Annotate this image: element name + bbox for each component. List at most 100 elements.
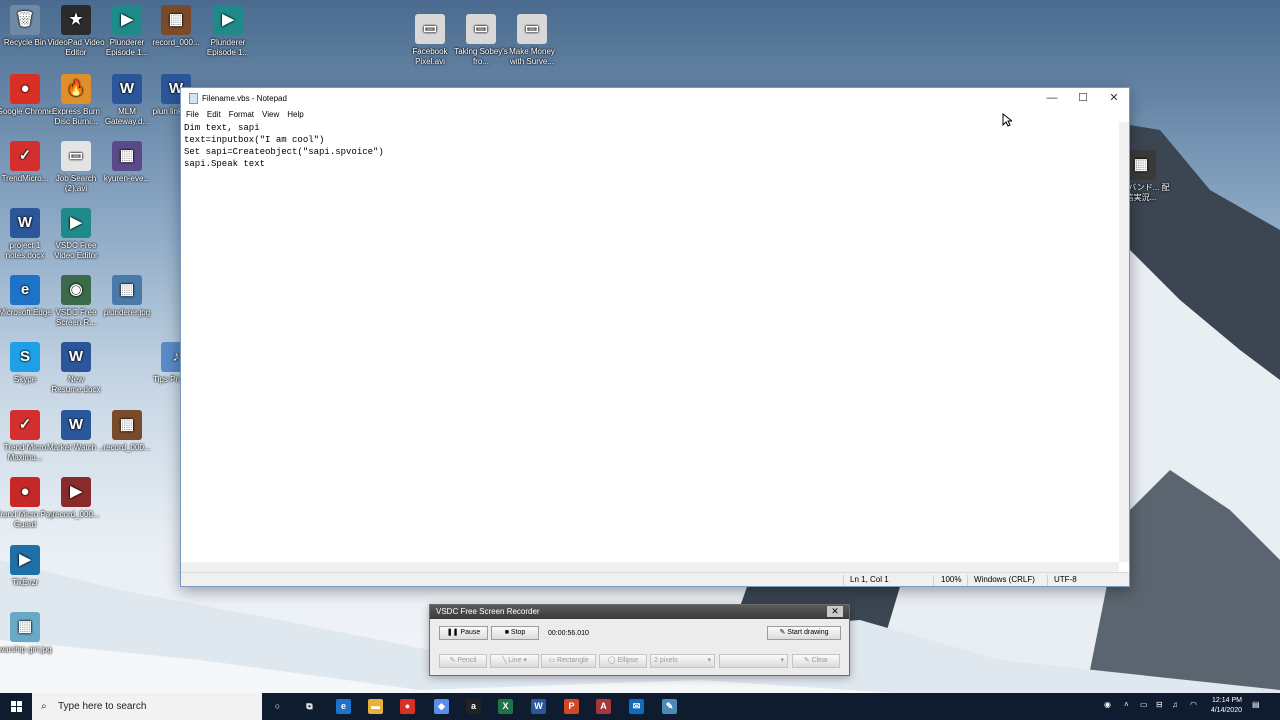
desktop-icon-image: ▭ bbox=[61, 141, 91, 171]
ellipse-icon: ◯ bbox=[607, 657, 618, 664]
excel-icon[interactable]: X bbox=[498, 699, 513, 714]
code-line: Set sapi=Createobject("sapi.spvoice") bbox=[184, 147, 384, 157]
color-select[interactable]: ▾ bbox=[719, 654, 788, 668]
task-view-icon[interactable]: ⧉ bbox=[302, 699, 317, 714]
thickness-select[interactable]: 2 pixels ▾ bbox=[650, 654, 715, 668]
desktop-icon[interactable]: ▶ TikEvzr bbox=[0, 545, 55, 588]
security-tray-icon[interactable]: ◉ bbox=[1104, 700, 1111, 709]
menu-bar: File Edit Format View Help bbox=[181, 108, 1129, 120]
zoom-level: 100% bbox=[941, 575, 962, 584]
notification-icon[interactable]: ▤ bbox=[1252, 700, 1260, 709]
desktop-icon-image: ▭ bbox=[517, 14, 547, 44]
desktop-icon-image: ▦ bbox=[10, 612, 40, 642]
desktop-icon[interactable]: ▦ record_000... bbox=[146, 5, 206, 48]
menu-format[interactable]: Format bbox=[229, 110, 254, 119]
pause-label: Pause bbox=[460, 629, 481, 636]
menu-file[interactable]: File bbox=[186, 110, 199, 119]
menu-help[interactable]: Help bbox=[287, 110, 303, 119]
stop-button[interactable]: ■ Stop bbox=[491, 626, 539, 640]
dropbox-icon[interactable]: ◆ bbox=[434, 699, 449, 714]
status-bar: Ln 1, Col 1 100% Windows (CRLF) UTF-8 bbox=[181, 572, 1129, 586]
pencil-tool-button[interactable]: ✎ Pencil bbox=[439, 654, 487, 668]
desktop-icon[interactable]: ▶ record_000... bbox=[46, 477, 106, 520]
desktop-icon-image: ✓ bbox=[10, 410, 40, 440]
desktop-icon[interactable]: W New Resume.docx bbox=[46, 342, 106, 395]
desktop-icon-label: plunderer.jpg bbox=[103, 308, 151, 317]
screen-recorder-window[interactable]: VSDC Free Screen Recorder ✕ ❚❚ Pause ■ S… bbox=[429, 604, 850, 676]
powerpoint-icon[interactable]: P bbox=[564, 699, 579, 714]
edge-icon[interactable]: e bbox=[336, 699, 351, 714]
notepad-icon[interactable]: ✎ bbox=[662, 699, 677, 714]
word-icon[interactable]: W bbox=[531, 699, 546, 714]
desktop-icon[interactable]: ▦ plunderer.jpg bbox=[97, 275, 157, 318]
amazon-icon[interactable]: a bbox=[466, 699, 481, 714]
status-separator bbox=[1047, 575, 1048, 586]
wifi-icon[interactable]: ◠ bbox=[1190, 700, 1197, 709]
notepad-icon bbox=[189, 92, 198, 104]
line-label: Line bbox=[508, 657, 522, 664]
desktop-icon-label: VSDC Free Video Editor bbox=[54, 241, 98, 260]
desktop-icon[interactable]: ▶ Plunderer Episode 1... bbox=[198, 5, 258, 58]
close-button[interactable]: ✕ bbox=[1099, 88, 1129, 108]
chevron-up-icon[interactable]: ˄ bbox=[1124, 700, 1129, 709]
windows-logo-icon bbox=[11, 701, 22, 712]
recorder-title-bar[interactable]: VSDC Free Screen Recorder ✕ bbox=[430, 605, 849, 619]
rectangle-icon: ▭ bbox=[548, 657, 558, 664]
menu-edit[interactable]: Edit bbox=[207, 110, 221, 119]
desktop-icon[interactable]: ▦ kyuren-eve... bbox=[97, 141, 157, 184]
eraser-icon: ✎ bbox=[803, 657, 812, 664]
code-line: Dim text, sapi bbox=[184, 123, 260, 133]
start-drawing-button[interactable]: ✎ Start drawing bbox=[767, 626, 841, 640]
desktop-icon-label: kyuren-eve... bbox=[103, 174, 151, 183]
desktop-icon[interactable]: ▦ warship girl.jpg bbox=[0, 612, 55, 655]
desktop-icon-label: Make Money with Surve... bbox=[509, 47, 555, 66]
desktop-icon[interactable]: ▦ record_000... bbox=[97, 410, 157, 453]
desktop-icon-image: ▦ bbox=[1126, 150, 1156, 180]
dropdown-arrow-icon: ▾ bbox=[780, 657, 784, 664]
desktop-icon[interactable]: ▭ Make Money with Surve... bbox=[502, 14, 562, 67]
mail-icon[interactable]: ✉ bbox=[629, 699, 644, 714]
mouse-cursor-icon bbox=[1002, 113, 1012, 127]
desktop-icon[interactable]: ▶ VSDC Free Video Editor bbox=[46, 208, 106, 261]
recorder-title: VSDC Free Screen Recorder bbox=[436, 607, 540, 616]
recorder-close-button[interactable]: ✕ bbox=[827, 606, 843, 617]
start-button[interactable] bbox=[0, 693, 32, 720]
rectangle-tool-button[interactable]: ▭ Rectangle bbox=[541, 654, 596, 668]
desktop-icon-image: 🔥 bbox=[61, 74, 91, 104]
notepad-window[interactable]: Filename.vbs - Notepad — ☐ ✕ File Edit F… bbox=[180, 87, 1130, 587]
network-icon[interactable]: ⊟ bbox=[1156, 700, 1163, 709]
desktop-icon-image: ◉ bbox=[61, 275, 91, 305]
menu-view[interactable]: View bbox=[262, 110, 279, 119]
line-tool-button[interactable]: ╲ Line ▾ bbox=[490, 654, 539, 668]
code-line: sapi.Speak text bbox=[184, 159, 266, 169]
file-explorer-icon[interactable]: ▬ bbox=[368, 699, 383, 714]
desktop-icon-image: W bbox=[112, 74, 142, 104]
horizontal-scrollbar[interactable] bbox=[181, 562, 1119, 572]
vertical-scrollbar[interactable] bbox=[1119, 122, 1129, 562]
elapsed-time: 00:00:56.010 bbox=[548, 630, 589, 637]
desktop-icon-image: W bbox=[61, 342, 91, 372]
text-editor[interactable]: Dim text, sapi text=inputbox("I am cool"… bbox=[183, 122, 1119, 562]
taskbar-search-box[interactable]: ⌕ Type here to search bbox=[32, 693, 262, 720]
volume-icon[interactable]: ♫ bbox=[1172, 700, 1178, 709]
search-placeholder: Type here to search bbox=[58, 701, 147, 712]
notepad-title-bar[interactable]: Filename.vbs - Notepad — ☐ ✕ bbox=[181, 88, 1129, 108]
desktop-icon-image: ★ bbox=[61, 5, 91, 35]
pencil-label: Pencil bbox=[457, 657, 477, 664]
desktop-icon-image: S bbox=[10, 342, 40, 372]
chrome-icon[interactable]: ● bbox=[400, 699, 415, 714]
desktop-icon-image: ▦ bbox=[112, 141, 142, 171]
ellipse-tool-button[interactable]: ◯ Ellipse bbox=[599, 654, 647, 668]
clear-button[interactable]: ✎ Clear bbox=[792, 654, 840, 668]
ellipse-label: Ellipse bbox=[617, 657, 639, 664]
desktop-icon-label: Plunderer Episode 1... bbox=[206, 38, 250, 57]
cortana-icon[interactable]: ○ bbox=[270, 699, 285, 714]
battery-icon[interactable]: ▭ bbox=[1140, 700, 1148, 709]
window-title: Filename.vbs - Notepad bbox=[202, 93, 287, 103]
stop-label: Stop bbox=[510, 629, 526, 636]
maximize-button[interactable]: ☐ bbox=[1068, 88, 1098, 108]
minimize-button[interactable]: — bbox=[1037, 88, 1067, 108]
system-clock[interactable]: 12:14 PM 4/14/2020 bbox=[1211, 696, 1242, 716]
pause-button[interactable]: ❚❚ Pause bbox=[439, 626, 488, 640]
access-icon[interactable]: A bbox=[596, 699, 611, 714]
